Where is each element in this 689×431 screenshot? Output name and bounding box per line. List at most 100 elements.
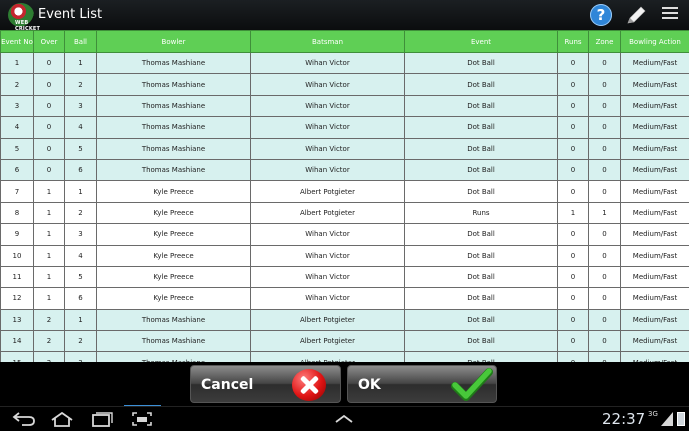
table-row[interactable]: 1321Thomas MashianeAlbert PotgieterDot B… <box>1 309 689 330</box>
table-cell: Medium/Fast <box>621 288 689 309</box>
button-bar: Cancel OK <box>0 362 689 406</box>
table-cell: Medium/Fast <box>621 266 689 287</box>
table-cell: Dot Ball <box>405 224 558 245</box>
table-cell: Thomas Mashiane <box>97 53 251 74</box>
table-row[interactable]: 505Thomas MashianeWihan VictorDot Ball00… <box>1 138 689 159</box>
table-header-row: Event NoOverBallBowlerBatsmanEventRunsZo… <box>1 31 689 53</box>
table-cell: 12 <box>1 288 34 309</box>
table-cell: 0 <box>558 117 589 138</box>
table-cell: 0 <box>589 245 621 266</box>
battery-icon <box>677 412 685 426</box>
table-cell: 0 <box>589 288 621 309</box>
table-row[interactable]: 812Kyle PreeceAlbert PotgieterRuns11Medi… <box>1 202 689 223</box>
table-cell: 4 <box>65 245 97 266</box>
column-header: Ball <box>65 31 97 53</box>
table-cell: 3 <box>1 95 34 116</box>
table-cell: Wihan Victor <box>251 138 405 159</box>
table-cell: 2 <box>65 331 97 352</box>
table-cell: Medium/Fast <box>621 53 689 74</box>
column-header: Event No <box>1 31 34 53</box>
event-grid[interactable]: Event NoOverBallBowlerBatsmanEventRunsZo… <box>0 30 689 362</box>
table-cell: 0 <box>558 159 589 180</box>
table-cell: Wihan Victor <box>251 95 405 116</box>
table-cell: Medium/Fast <box>621 202 689 223</box>
system-bar: 22:37 3G <box>0 406 689 431</box>
column-header: Bowler <box>97 31 251 53</box>
table-cell: 1 <box>65 53 97 74</box>
table-cell: 3 <box>65 95 97 116</box>
table-cell: Kyle Preece <box>97 202 251 223</box>
table-cell: 1 <box>65 309 97 330</box>
table-row[interactable]: 404Thomas MashianeWihan VictorDot Ball00… <box>1 117 689 138</box>
table-cell: Dot Ball <box>405 309 558 330</box>
table-cell: Medium/Fast <box>621 309 689 330</box>
table-cell: Medium/Fast <box>621 138 689 159</box>
table-cell: Dot Ball <box>405 288 558 309</box>
back-icon[interactable] <box>10 410 38 428</box>
table-cell: 2 <box>34 352 65 362</box>
table-cell: Thomas Mashiane <box>97 117 251 138</box>
table-cell: 0 <box>589 224 621 245</box>
column-header: Zone <box>589 31 621 53</box>
checkmark-icon <box>450 368 494 402</box>
page-title: Event List <box>38 7 102 22</box>
column-header: Runs <box>558 31 589 53</box>
table-cell: 0 <box>558 53 589 74</box>
table-cell: Wihan Victor <box>251 74 405 95</box>
table-cell: Wihan Victor <box>251 245 405 266</box>
table-cell: Medium/Fast <box>621 352 689 362</box>
home-icon[interactable] <box>48 410 76 428</box>
table-cell: 1 <box>65 181 97 202</box>
table-cell: 2 <box>65 202 97 223</box>
clock: 22:37 <box>602 410 645 428</box>
table-cell: Albert Potgieter <box>251 352 405 362</box>
table-cell: Wihan Victor <box>251 288 405 309</box>
table-cell: 4 <box>1 117 34 138</box>
table-cell: Albert Potgieter <box>251 202 405 223</box>
table-row[interactable]: 303Thomas MashianeWihan VictorDot Ball00… <box>1 95 689 116</box>
table-cell: 1 <box>34 245 65 266</box>
help-icon[interactable]: ? <box>590 4 612 26</box>
table-cell: Thomas Mashiane <box>97 331 251 352</box>
table-row[interactable]: 101Thomas MashianeWihan VictorDot Ball00… <box>1 53 689 74</box>
table-cell: Kyle Preece <box>97 266 251 287</box>
recent-apps-icon[interactable] <box>88 410 116 428</box>
table-row[interactable]: 1216Kyle PreeceWihan VictorDot Ball00Med… <box>1 288 689 309</box>
table-cell: Thomas Mashiane <box>97 352 251 362</box>
chevron-up-icon[interactable] <box>330 410 358 428</box>
screenshot-icon[interactable] <box>128 410 156 428</box>
pencil-icon[interactable] <box>624 4 648 26</box>
table-row[interactable]: 1115Kyle PreeceWihan VictorDot Ball00Med… <box>1 266 689 287</box>
table-cell: 0 <box>558 224 589 245</box>
table-cell: Wihan Victor <box>251 159 405 180</box>
overflow-menu-icon[interactable] <box>662 7 678 23</box>
table-row[interactable]: 1014Kyle PreeceWihan VictorDot Ball00Med… <box>1 245 689 266</box>
table-cell: 0 <box>34 138 65 159</box>
table-cell: Wihan Victor <box>251 53 405 74</box>
table-row[interactable]: 913Kyle PreeceWihan VictorDot Ball00Medi… <box>1 224 689 245</box>
table-cell: 5 <box>1 138 34 159</box>
table-row[interactable]: 1523Thomas MashianeAlbert PotgieterDot B… <box>1 352 689 362</box>
table-cell: 14 <box>1 331 34 352</box>
table-cell: Dot Ball <box>405 352 558 362</box>
cancel-button[interactable]: Cancel <box>190 365 341 403</box>
column-header: Bowling Action <box>621 31 689 53</box>
table-cell: Medium/Fast <box>621 159 689 180</box>
table-cell: Dot Ball <box>405 53 558 74</box>
table-cell: Medium/Fast <box>621 245 689 266</box>
table-cell: Kyle Preece <box>97 224 251 245</box>
ok-button[interactable]: OK <box>347 365 497 403</box>
table-row[interactable]: 606Thomas MashianeWihan VictorDot Ball00… <box>1 159 689 180</box>
table-cell: 1 <box>558 202 589 223</box>
table-cell: Wihan Victor <box>251 266 405 287</box>
table-cell: Dot Ball <box>405 138 558 159</box>
table-cell: Dot Ball <box>405 331 558 352</box>
table-cell: Dot Ball <box>405 266 558 287</box>
table-cell: Wihan Victor <box>251 224 405 245</box>
table-cell: 0 <box>34 159 65 180</box>
table-cell: 0 <box>589 159 621 180</box>
table-row[interactable]: 202Thomas MashianeWihan VictorDot Ball00… <box>1 74 689 95</box>
table-cell: Dot Ball <box>405 181 558 202</box>
table-row[interactable]: 1422Thomas MashianeAlbert PotgieterDot B… <box>1 331 689 352</box>
table-row[interactable]: 711Kyle PreeceAlbert PotgieterDot Ball00… <box>1 181 689 202</box>
